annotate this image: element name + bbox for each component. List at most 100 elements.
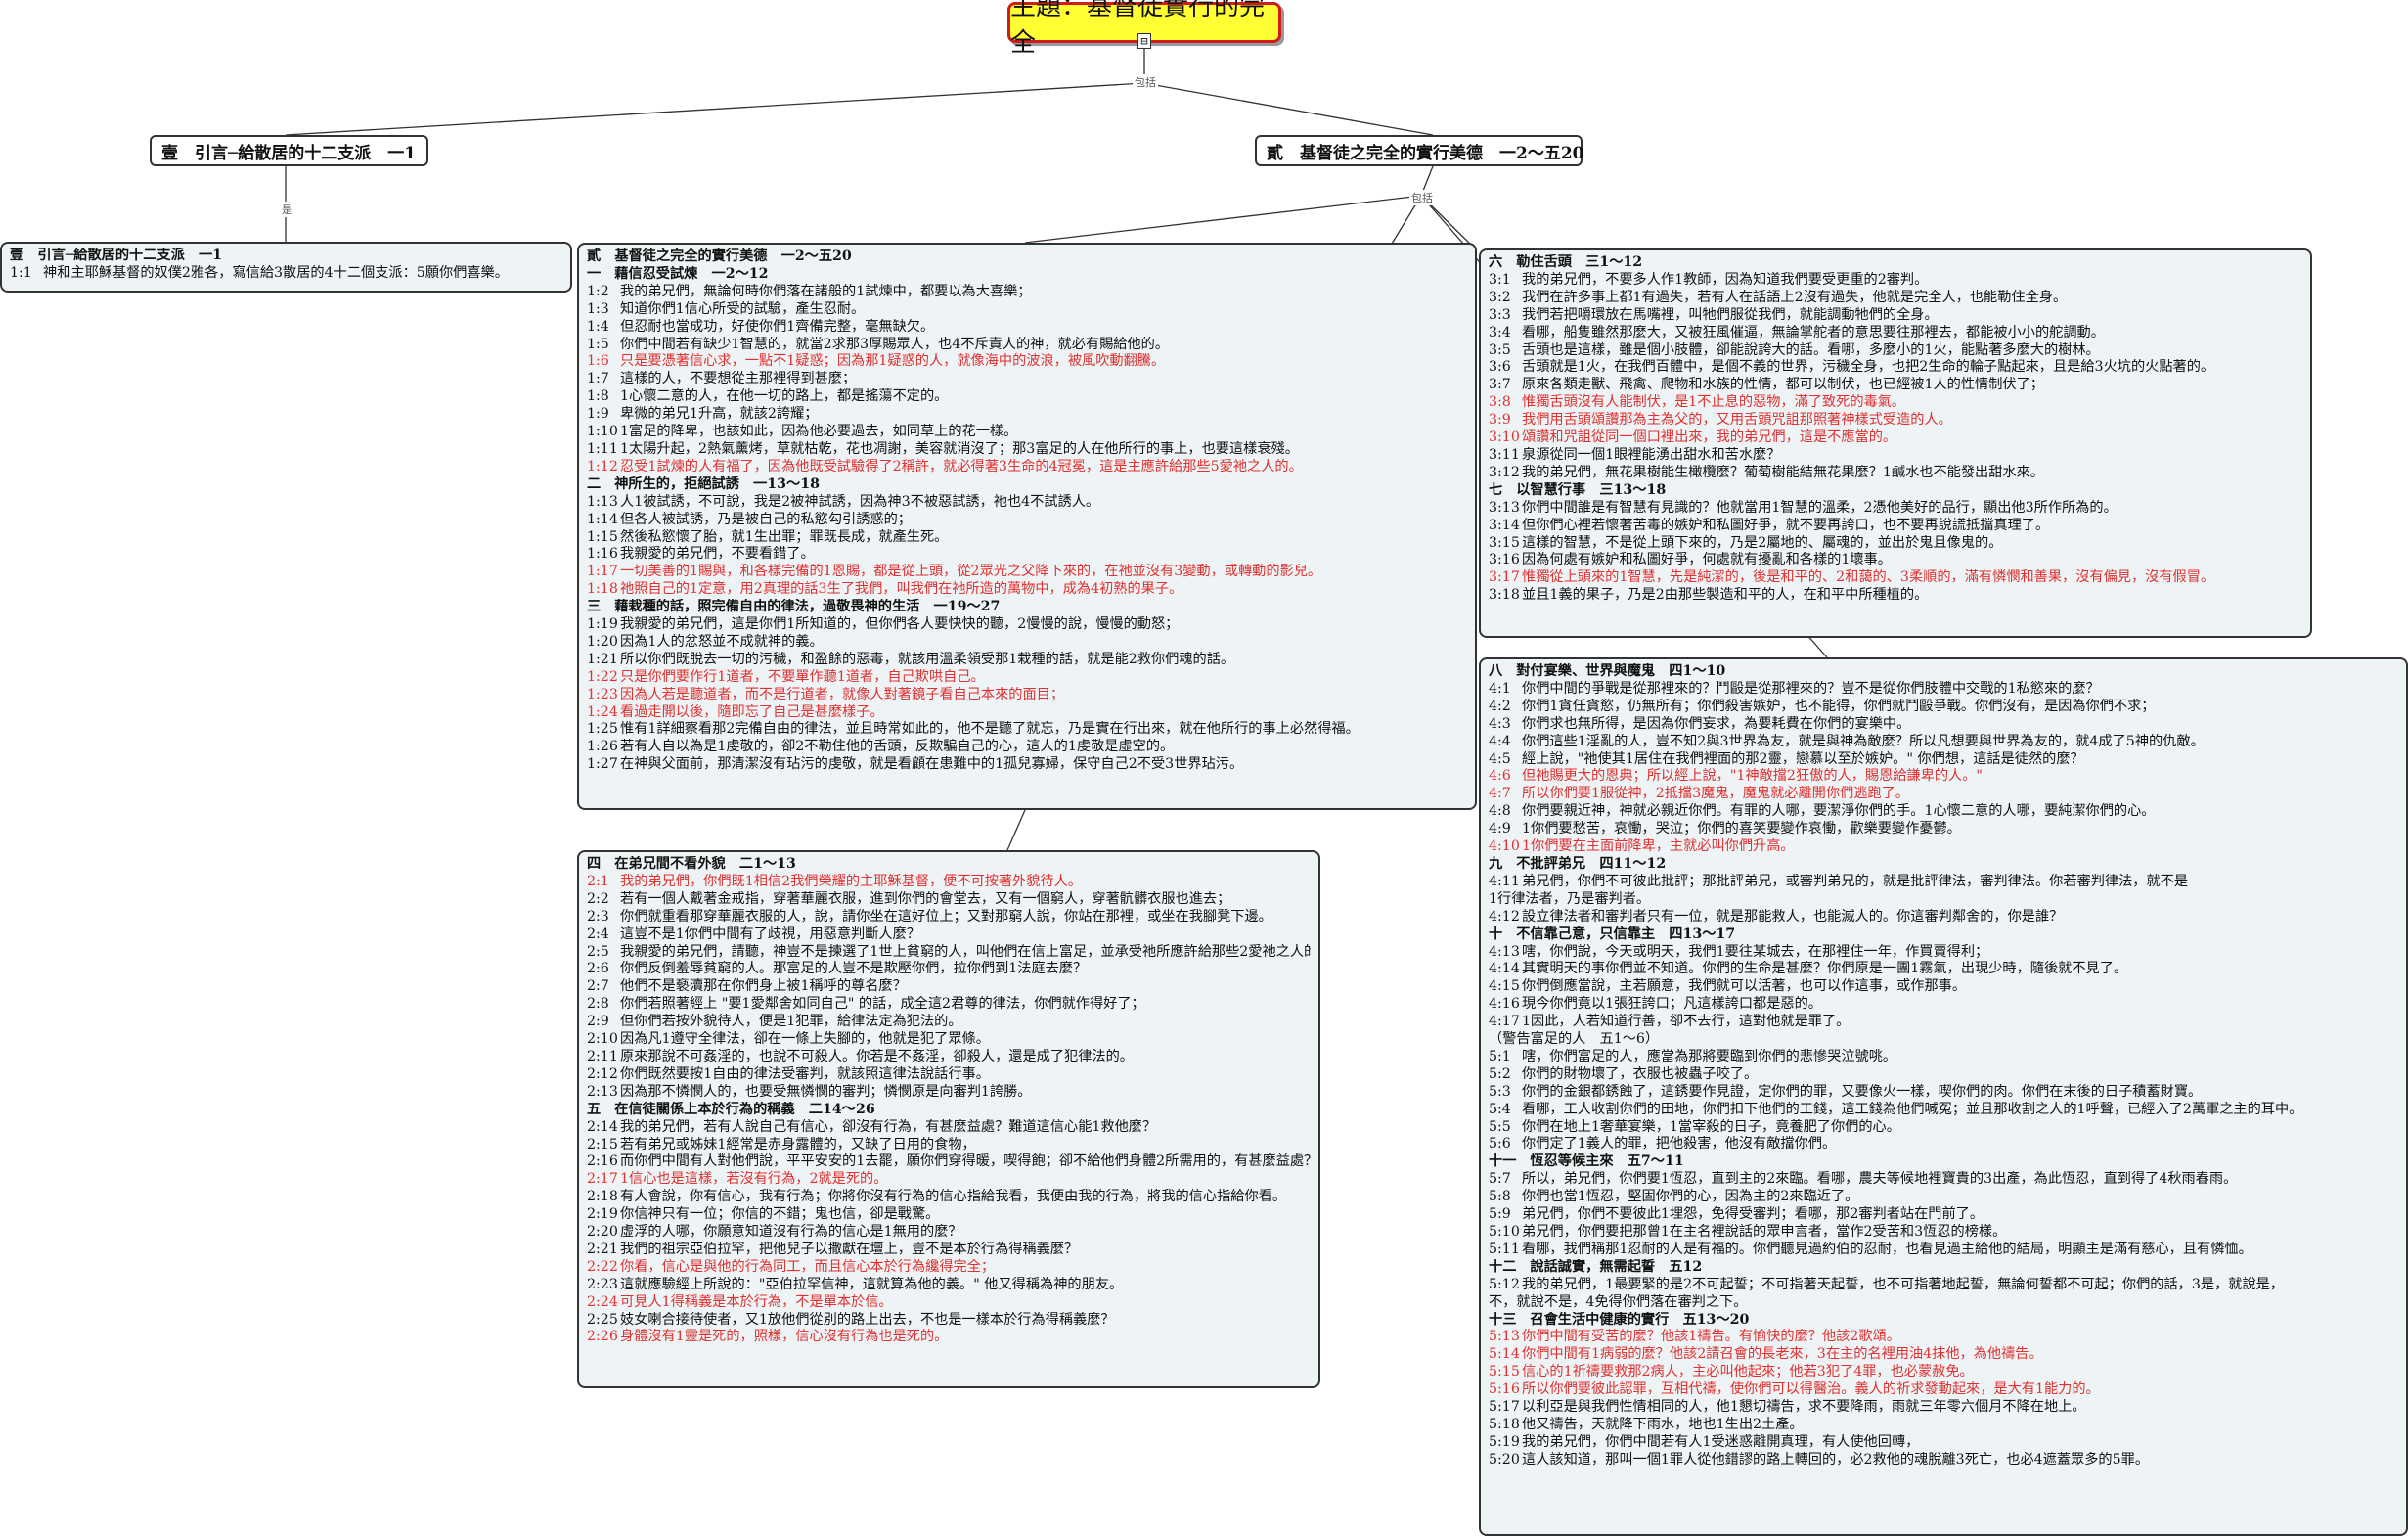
verse-line: 5:14 你們中間有1病弱的麼？他該2請召會的長老來，3在主的名裡用油4抹他，為他… [1489, 1346, 2398, 1364]
verse-number: 1:3 [587, 300, 609, 317]
verse-line: 3:6 舌頭就是1火，在我們百體中，是個不義的世界，污穢全身，也把2生命的輪子點起… [1489, 359, 2302, 377]
verse-line: 2:7 他們不是褻瀆那在你們身上被1稱呼的尊名麼？ [587, 978, 1311, 996]
verse-number: 4:9 [1489, 821, 1511, 837]
verse-line: 2:12 你們既然要按1自由的律法受審判，就該照這律法說話行事。 [587, 1066, 1311, 1084]
verse-text: 頌讚和咒詛從同一個口裡出來，我的弟兄們，這是不應當的。 [1522, 429, 1897, 446]
verse-line: 2:17 1信心也是這樣，若沒有行為，2就是死的。 [587, 1171, 1311, 1189]
verse-number: 2:8 [587, 996, 609, 1013]
verse-text: 嗐，你們富足的人，應當為那將要臨到你們的悲慘哭泣號咷。 [1522, 1048, 1897, 1064]
collapse-toggle-icon[interactable]: ⊟ [1137, 33, 1151, 49]
verse-number: 七 [1489, 481, 1503, 498]
verse-text: （警告富足的人 五1～6） [1489, 1031, 1660, 1048]
verse-line: 2:9 但你們若按外貌待人，便是1犯罪，給律法定為犯法的。 [587, 1014, 1311, 1031]
note-box-introduction[interactable]: 壹 引言─給散居的十二支派 一1 1:1 神和主耶穌基督的奴僕2雅各，寫信給3散居的… [0, 242, 572, 293]
branch-practical-virtues[interactable]: 貳 基督徒之完全的實行美德 一2～五20 [1255, 135, 1584, 166]
verse-number: 5:15 [1489, 1364, 1520, 1380]
verse-line: 5:2 你們的財物壞了，衣服也被蟲子咬了。 [1489, 1066, 2398, 1084]
outline-heading: 十二 說話誠實，無需起誓 五12 [1489, 1259, 2398, 1277]
verse-number: 四 [587, 856, 602, 872]
verse-text: 因為凡1遵守全律法，卻在一條上失腳的，他就是犯了眾條。 [620, 1031, 990, 1048]
verse-line: 1:21 所以你們既脫去一切的污穢，和盈餘的惡毒，就該用溫柔領受那1栽種的話，就是… [587, 652, 1467, 669]
verse-text: 惟獨從上頭來的1智慧，先是純潔的，後是和平的、2和藹的、3柔順的，滿有憐憫和善果… [1522, 569, 2215, 586]
verse-line: 4:16 現今你們竟以1張狂誇口；凡這樣誇口都是惡的。 [1489, 996, 2398, 1014]
verse-text: 但你們心裡若懷著苦毒的嫉妒和私圖好爭，就不要再誇口，也不要再說謊抵擋真理了。 [1522, 517, 2050, 533]
verse-line: 4:10 1你們要在主面前降卑，主就必叫你們升高。 [1489, 838, 2398, 856]
verse-line: 5:10 弟兄們，你們要把那曾1在主名裡說話的眾申言者，當作2受苦和3恆忍的榜樣。 [1489, 1224, 2398, 1242]
verse-number: 4:17 [1489, 1014, 1520, 1030]
note-box-chapter-1[interactable]: 貳 基督徒之完全的實行美德 一2～五20 一藉信忍受試煉 一2～12 1:2 我的弟兄… [577, 243, 1477, 810]
verse-line: 1:13 人1被試誘，不可說，我是2被神試誘，因為神3不被惡試誘，祂也4不試誘人。 [587, 494, 1467, 512]
verse-text: 藉栽種的話，照完備自由的律法，過敬畏神的生活 一19～27 [614, 599, 1001, 615]
verse-number: 3:17 [1489, 569, 1520, 586]
verse-text: 忍受1試煉的人有福了，因為他既受試驗得了2稱許，就必得著3生命的4冠冕，這是主應… [620, 458, 1303, 474]
verse-number: 4:4 [1489, 733, 1511, 749]
verse-number: 1:24 [587, 703, 618, 720]
verse-line: 3:14 但你們心裡若懷著苦毒的嫉妒和私圖好爭，就不要再誇口，也不要再說謊抵擋真理… [1489, 518, 2302, 535]
verse-line: 4:13 嗐，你們說，今天或明天，我們1要往某城去，在那裡住一年，作買賣得利； [1489, 944, 2398, 962]
verse-number: 4:15 [1489, 978, 1520, 995]
verse-line: 2:23 這就應驗經上所說的："亞伯拉罕信神，這就算為他的義。" 他又得稱為神的朋… [587, 1277, 1311, 1294]
verse-number: 3:1 [1489, 271, 1511, 288]
verse-number: 1:26 [587, 739, 618, 755]
relation-label: 是 [280, 202, 294, 217]
outline-heading: 一藉信忍受試煉 一2～12 [587, 266, 1467, 284]
verse-line: 4:15 你們倒應當說，主若願意，我們就可以活著，也可以作這事，或作那事。 [1489, 978, 2398, 996]
verse-line: 5:16 所以你們要彼此認罪，互相代禱，使你們可以得醫治。義人的祈求發動起來，是大… [1489, 1381, 2398, 1399]
verse-line: 3:18 並且1義的果子，乃是2由那些製造和平的人，在和平中所種植的。 [1489, 587, 2302, 605]
verse-number: 5:6 [1489, 1136, 1511, 1152]
verse-text: 神和主耶穌基督的奴僕2雅各，寫信給3散居的4十二個支派：5願你們喜樂。 [43, 264, 509, 281]
verse-number: 3:12 [1489, 464, 1520, 480]
verse-text: 但祂賜更大的恩典；所以經上說，"1神敵擋2狂傲的人，賜恩給謙卑的人。" [1522, 768, 1983, 785]
verse-text: 惟有1詳細察看那2完備自由的律法，並且時常如此的，他不是聽了就忘，乃是實在行出來… [620, 721, 1360, 738]
verse-text: 說話誠實，無需起誓 五12 [1530, 1258, 1703, 1275]
verse-number: 5:18 [1489, 1416, 1520, 1432]
verse-number: 1:21 [587, 651, 618, 667]
verse-line: 5:13 你們中間有受苦的麼？他該1禱告。有愉快的麼？他該2歌頌。 [1489, 1329, 2398, 1346]
verse-line: 3:16 因為何處有嫉妒和私圖好爭，何處就有擾亂和各樣的1壞事。 [1489, 552, 2302, 569]
verse-number: 2:13 [587, 1083, 618, 1100]
verse-number: 3:2 [1489, 289, 1511, 305]
verse-line: 1:2 我的弟兄們，無論何時你們落在諸般的1試煉中，都要以為大喜樂； [587, 284, 1467, 301]
verse-line: 1:23 因為人若是聽道者，而不是行道者，就像人對著鏡子看自己本來的面目； [587, 687, 1467, 704]
verse-number: 2:20 [587, 1224, 618, 1241]
verse-number: 1:4 [587, 318, 609, 335]
verse-number: 4:13 [1489, 943, 1520, 960]
verse-number: 1:8 [587, 388, 609, 405]
verse-text: 我親愛的弟兄們，不要看錯了。 [620, 546, 815, 563]
verse-text: 你們在地上1奢華宴樂，1當宰殺的日子，竟養肥了你們的心。 [1522, 1118, 1900, 1135]
verse-text: 以智慧行事 三13～18 [1516, 481, 1667, 498]
verse-text: 弟兄們，你們不可彼此批評；那批評弟兄，或審判弟兄的，就是批評律法，審判律法。你若… [1522, 873, 2189, 889]
verse-line: 2:26 身體沒有1靈是死的，照樣，信心沒有行為也是死的。 [587, 1329, 1311, 1346]
verse-line: 2:4 這豈不是1你們中間有了歧視，用惡意判斷人麼？ [587, 926, 1311, 944]
verse-number: 2:9 [587, 1014, 609, 1030]
verse-line: 5:17 以利亞是與我們性情相同的人，他1懇切禱告，求不要降雨，雨就三年零六個月不… [1489, 1399, 2398, 1417]
verse-text: 你們的財物壞了，衣服也被蟲子咬了。 [1522, 1065, 1759, 1082]
note-box-chapters-4-5[interactable]: 八對付宴樂、世界與魔鬼 四1～10 4:1 你們中間的爭戰是從那裡來的？鬥毆是從那裡… [1479, 657, 2408, 1536]
note-box-chapter-2[interactable]: 四在弟兄間不看外貌 二1～13 2:1 我的弟兄們，你們既1相信2我們榮耀的主耶穌基… [577, 850, 1320, 1388]
verse-number: 十 [1489, 926, 1503, 942]
note-box-chapter-3[interactable]: 六勒住舌頭 三1～12 3:1 我的弟兄們，不要多人作1教師，因為知道我們要受更重的… [1479, 248, 2312, 638]
verse-text: 1太陽升起，2熱氣薰烤，草就枯乾，花也凋謝，美容就消沒了；那3富足的人在他所行的… [620, 440, 1299, 457]
verse-line: 5:18 他又禱告，天就降下雨水，地也1生出2土產。 [1489, 1417, 2398, 1434]
verse-number: 4:16 [1489, 996, 1520, 1013]
verse-number: 5:9 [1489, 1206, 1511, 1223]
verse-number: 2:10 [587, 1031, 618, 1048]
verse-number: 2:11 [587, 1048, 618, 1064]
verse-line: 4:11 弟兄們，你們不可彼此批評；那批評弟兄，或審判弟兄的，就是批評律法，審判律… [1489, 874, 2398, 891]
verse-line: 1:1 神和主耶穌基督的奴僕2雅各，寫信給3散居的4十二個支派：5願你們喜樂。 [10, 265, 562, 283]
verse-text: 他又禱告，天就降下雨水，地也1生出2土產。 [1522, 1416, 1804, 1432]
verse-text: 弟兄們，你們要把那曾1在主名裡說話的眾申言者，當作2受苦和3恆忍的榜樣。 [1522, 1224, 2007, 1240]
verse-number: 2:19 [587, 1206, 618, 1223]
verse-number: 5:16 [1489, 1381, 1520, 1398]
verse-line: 5:20 這人該知道，那叫一個1罪人從他錯謬的路上轉回的，必2救他的魂脫離3死亡，… [1489, 1452, 2398, 1469]
verse-text: 嗐，你們說，今天或明天，我們1要往某城去，在那裡住一年，作買賣得利； [1522, 943, 1989, 960]
verse-number: 5:11 [1489, 1241, 1520, 1257]
verse-text: 你們中間有1病弱的麼？他該2請召會的長老來，3在主的名裡用油4抹他，為他禱告。 [1522, 1346, 2043, 1363]
branch-introduction[interactable]: 壹 引言─給散居的十二支派 一1 [150, 135, 428, 166]
verse-text: 妓女喇合接待使者，又1放他們從別的路上出去，不也是一樣本於行為得稱義麼？ [620, 1311, 1115, 1328]
verse-line: 3:5 舌頭也是這樣，雖是個小肢體，卻能說誇大的話。看哪，多麼小的1火，能點著多麼… [1489, 342, 2302, 360]
verse-line: 3:13 你們中間誰是有智慧有見識的？他就當用1智慧的溫柔，2憑他美好的品行，顯出… [1489, 500, 2302, 518]
verse-text: 身體沒有1靈是死的，照樣，信心沒有行為也是死的。 [620, 1329, 949, 1345]
verse-number: 4:3 [1489, 715, 1511, 732]
verse-line: 1:25 惟有1詳細察看那2完備自由的律法，並且時常如此的，他不是聽了就忘，乃是實… [587, 721, 1467, 739]
